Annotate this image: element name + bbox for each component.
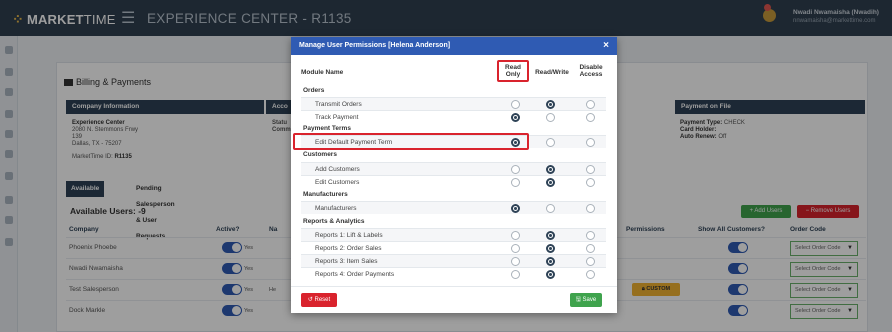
read-write-radio[interactable] xyxy=(546,204,555,213)
col-module-name: Module Name xyxy=(301,69,344,76)
disable-access-radio[interactable] xyxy=(586,244,595,253)
save-button[interactable]: 🖫 Save xyxy=(570,293,602,307)
group-orders: Orders xyxy=(303,87,325,94)
group-reports: Reports & Analytics xyxy=(303,218,365,225)
read-only-radio[interactable] xyxy=(511,113,520,122)
read-only-radio[interactable] xyxy=(511,270,520,279)
read-only-highlight xyxy=(497,60,529,82)
col-disable-access: Disable Access xyxy=(579,64,603,78)
read-only-radio[interactable] xyxy=(511,165,520,174)
disable-access-radio[interactable] xyxy=(586,165,595,174)
read-only-radio[interactable] xyxy=(511,178,520,187)
read-write-radio[interactable] xyxy=(546,178,555,187)
read-write-radio[interactable] xyxy=(546,165,555,174)
payment-term-highlight xyxy=(293,133,529,150)
group-payment-terms: Payment Terms xyxy=(303,125,351,132)
read-write-radio[interactable] xyxy=(546,270,555,279)
disable-access-radio[interactable] xyxy=(586,178,595,187)
group-manufacturers: Manufacturers xyxy=(303,191,348,198)
read-only-radio[interactable] xyxy=(511,244,520,253)
read-only-radio[interactable] xyxy=(511,100,520,109)
disable-access-radio[interactable] xyxy=(586,270,595,279)
col-read-write: Read/Write xyxy=(535,69,569,76)
read-write-radio[interactable] xyxy=(546,113,555,122)
permission-row: Reports 1: Lift & Labels xyxy=(301,228,606,241)
permission-row: Add Customers xyxy=(301,162,606,175)
read-only-radio[interactable] xyxy=(511,204,520,213)
read-only-radio[interactable] xyxy=(511,257,520,266)
permission-row: Edit Customers xyxy=(301,175,606,188)
modal-header: Manage User Permissions [Helena Anderson… xyxy=(291,37,617,55)
disable-access-radio[interactable] xyxy=(586,100,595,109)
permission-row: Track Payment xyxy=(301,110,606,123)
group-customers: Customers xyxy=(303,151,337,158)
read-write-radio[interactable] xyxy=(546,231,555,240)
read-write-radio[interactable] xyxy=(546,138,555,147)
disable-access-radio[interactable] xyxy=(586,113,595,122)
read-write-radio[interactable] xyxy=(546,100,555,109)
read-only-radio[interactable] xyxy=(511,231,520,240)
disable-access-radio[interactable] xyxy=(586,257,595,266)
reset-button[interactable]: ↺ Reset xyxy=(301,293,337,307)
permission-row: Transmit Orders xyxy=(301,97,606,110)
permissions-modal: Manage User Permissions [Helena Anderson… xyxy=(291,37,617,313)
disable-access-radio[interactable] xyxy=(586,138,595,147)
disable-access-radio[interactable] xyxy=(586,204,595,213)
permission-row: Reports 4: Order Payments xyxy=(301,267,606,280)
read-write-radio[interactable] xyxy=(546,244,555,253)
modal-footer-divider xyxy=(291,286,617,287)
permission-row: Reports 2: Order Sales xyxy=(301,241,606,254)
close-icon[interactable]: × xyxy=(603,37,609,55)
disable-access-radio[interactable] xyxy=(586,231,595,240)
permission-row: Manufacturers xyxy=(301,201,606,214)
modal-title: Manage User Permissions [Helena Anderson… xyxy=(299,42,451,49)
read-write-radio[interactable] xyxy=(546,257,555,266)
permission-row: Reports 3: Item Sales xyxy=(301,254,606,267)
